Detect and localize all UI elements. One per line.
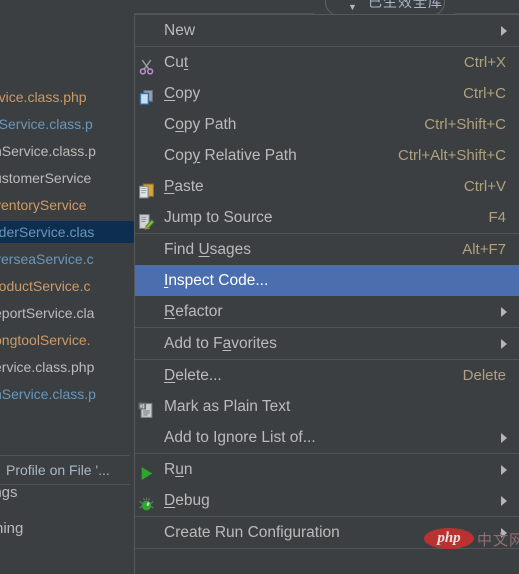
svg-text:x]: x] — [140, 403, 144, 409]
paste-icon — [138, 179, 155, 198]
jump-icon — [138, 210, 155, 230]
background-popup-fragment: Profile on File '... — [0, 455, 130, 485]
menu-item-shortcut: Ctrl+X — [463, 54, 506, 71]
tree-file-row[interactable]: verseaService.c — [0, 248, 134, 270]
menu-item-label: Cut — [164, 54, 189, 71]
debug-icon — [138, 493, 155, 510]
menu-item-inspect-code[interactable]: Inspect Code... — [135, 265, 519, 296]
tree-file-label: roductService.c — [0, 278, 91, 294]
tree-file-label: ervice.class.php — [0, 359, 95, 375]
project-tree-background: rvice.class.php rService.class.p hService.… — [0, 0, 134, 574]
menu-item-paste[interactable]: Paste Ctrl+V — [135, 171, 519, 202]
menu-item-label: Copy Relative Path — [164, 147, 297, 164]
menu-item-label: Copy — [164, 85, 201, 102]
tree-file-row[interactable]: ervice.class.php — [0, 356, 134, 378]
tree-file-row[interactable]: rderService.clas — [0, 221, 134, 243]
submenu-arrow-icon — [501, 306, 507, 317]
menu-item-label: Jump to Source — [164, 209, 273, 226]
scissors-icon — [138, 55, 155, 75]
menu-item-copy[interactable]: Copy Ctrl+C — [135, 78, 519, 109]
submenu-arrow-icon — [501, 495, 507, 506]
menu-item-label: Add to Favorites — [164, 335, 277, 352]
menu-item-shortcut: Delete — [462, 367, 506, 384]
background-label-1: ings — [0, 484, 18, 501]
submenu-arrow-icon — [501, 464, 507, 475]
tree-file-label: verseaService.c — [0, 251, 94, 267]
menu-item-shortcut: Ctrl+C — [463, 85, 506, 102]
tree-file-label: rderService.clas — [0, 224, 95, 240]
plaintext-icon: x] — [138, 399, 155, 418]
tree-file-label: nService.class.p — [0, 386, 96, 402]
menu-item-refactor[interactable]: Refactor — [135, 296, 519, 327]
background-label-2: rning — [0, 520, 24, 537]
tree-file-row[interactable]: hService.class.p — [0, 140, 134, 162]
menu-item-shortcut: Ctrl+Alt+Shift+C — [398, 147, 506, 164]
menu-item-delete[interactable]: Delete... Delete — [135, 360, 519, 391]
tree-file-row[interactable]: ventoryService — [0, 194, 134, 216]
tree-file-row[interactable]: eportService.cla — [0, 302, 134, 324]
menu-item-jump-to-source[interactable]: Jump to Source F4 — [135, 202, 519, 233]
tree-file-label: rvice.class.php — [0, 89, 87, 105]
menu-item-add-ignore[interactable]: Add to Ignore List of... — [135, 422, 519, 453]
watermark: php 中文网 — [424, 526, 519, 552]
chevron-down-icon: ▼ — [348, 2, 357, 12]
tree-file-row[interactable]: ongtoolService. — [0, 329, 134, 351]
menu-item-label: Refactor — [164, 303, 223, 320]
menu-item-debug[interactable]: Debug — [135, 485, 519, 516]
background-popup-item[interactable]: Profile on File '... — [6, 459, 136, 481]
menu-item-copy-path[interactable]: Copy Path Ctrl+Shift+C — [135, 109, 519, 140]
tree-file-label: ustomerService — [0, 170, 92, 186]
menu-item-label: Debug — [164, 492, 210, 509]
screen-root: rvice.class.php rService.class.p hService.… — [0, 0, 519, 574]
menu-item-shortcut: Ctrl+V — [463, 178, 506, 195]
menu-item-run[interactable]: Run — [135, 454, 519, 485]
tree-file-row[interactable]: ustomerService — [0, 167, 134, 189]
submenu-arrow-icon — [501, 25, 507, 36]
context-menu[interactable]: New Cut Ctrl+X Copy Ctrl+C Copy Path Ctrl+Shif… — [134, 14, 519, 574]
menu-item-find-usages[interactable]: Find Usages Alt+F7 — [135, 234, 519, 265]
menu-item-cut[interactable]: Cut Ctrl+X — [135, 47, 519, 78]
tree-file-label: rService.class.p — [0, 116, 93, 132]
menu-item-label: Add to Ignore List of... — [164, 429, 316, 446]
menu-item-label: Run — [164, 461, 193, 478]
menu-item-add-favorites[interactable]: Add to Favorites — [135, 328, 519, 359]
copy-icon — [138, 86, 155, 105]
menu-item-label: Delete... — [164, 367, 222, 384]
menu-item-label: Find Usages — [164, 241, 252, 258]
menu-item-mark-plain[interactable]: x] Mark as Plain Text — [135, 391, 519, 422]
menu-item-label: Mark as Plain Text — [164, 398, 291, 415]
watermark-logo-text: php — [437, 530, 461, 546]
menu-item-label: New — [164, 22, 196, 39]
tree-file-label: ongtoolService. — [0, 332, 91, 348]
menu-item-label: Copy Path — [164, 116, 237, 133]
menu-item-copy-rel-path[interactable]: Copy Relative Path Ctrl+Alt+Shift+C — [135, 140, 519, 171]
tree-file-label: hService.class.p — [0, 143, 96, 159]
toolbar-chip-label: 已生效全库 — [368, 0, 443, 10]
watermark-site-text: 中文网 — [477, 532, 519, 549]
tree-file-label: eportService.cla — [0, 305, 95, 321]
run-icon — [138, 462, 155, 480]
tree-file-row[interactable]: rvice.class.php — [0, 86, 134, 108]
tree-file-row[interactable]: rService.class.p — [0, 113, 134, 135]
menu-item-label: Inspect Code... — [164, 272, 269, 289]
menu-item-label: Paste — [164, 178, 204, 195]
tree-file-row[interactable]: roductService.c — [0, 275, 134, 297]
tree-file-row[interactable]: nService.class.p — [0, 383, 134, 405]
tree-file-label: ventoryService — [0, 197, 87, 213]
menu-item-label: Create Run Configuration — [164, 524, 340, 541]
menu-item-shortcut: Ctrl+Shift+C — [424, 116, 506, 133]
menu-item-shortcut: F4 — [488, 209, 506, 226]
submenu-arrow-icon — [501, 432, 507, 443]
submenu-arrow-icon — [501, 338, 507, 349]
menu-item-new[interactable]: New — [135, 15, 519, 46]
menu-item-shortcut: Alt+F7 — [462, 241, 506, 258]
